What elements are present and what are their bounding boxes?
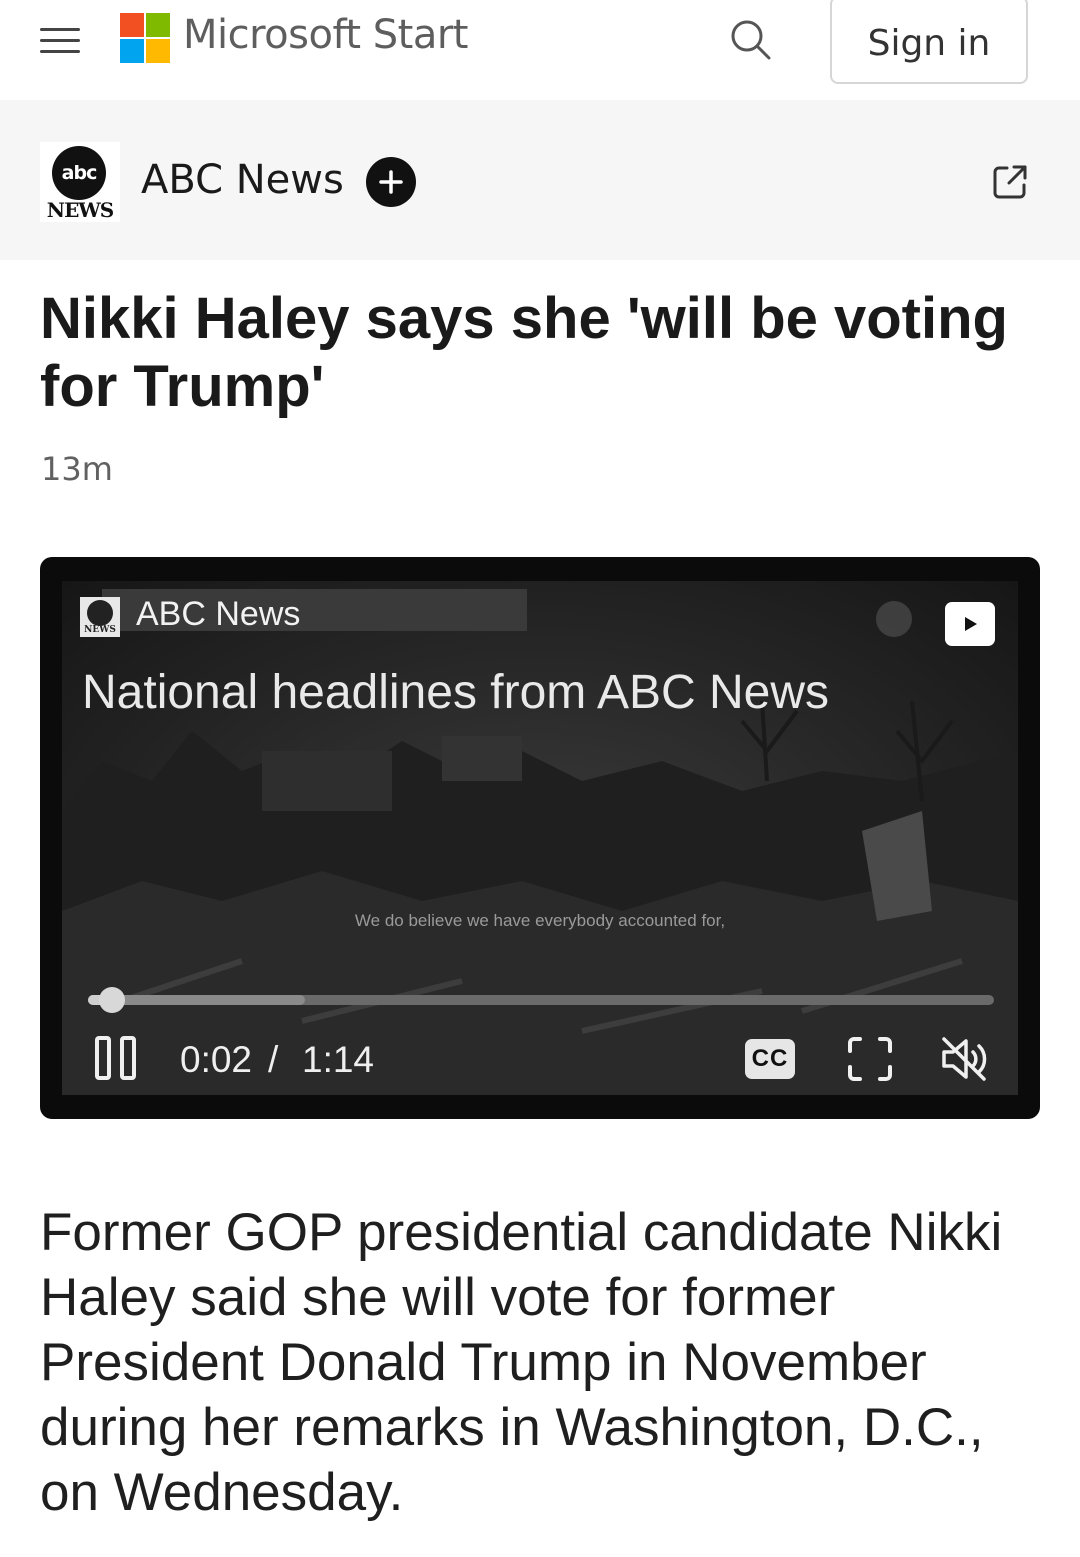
speaker-muted-icon[interactable] (938, 1033, 990, 1085)
microsoft-logo-icon[interactable] (120, 13, 170, 63)
abc-logo-news-text: NEWS (46, 198, 114, 222)
brand-name[interactable]: Microsoft Start (183, 12, 468, 58)
article-body-paragraph: Former GOP presidential candidate Nikki … (40, 1203, 1003, 1522)
external-link-icon[interactable] (990, 162, 1030, 202)
ms-logo-blue-square (120, 39, 144, 63)
top-bar: Microsoft Start Sign in (0, 0, 1080, 100)
video-title: National headlines from ABC News (82, 666, 830, 719)
plus-icon (379, 170, 403, 194)
article-headline: Nikki Haley says she 'will be voting for… (40, 286, 1008, 419)
video-time-separator: / (268, 1039, 279, 1080)
sign-in-button[interactable]: Sign in (830, 0, 1028, 84)
ms-logo-green-square (146, 13, 170, 37)
youtube-play-icon[interactable] (945, 602, 995, 646)
article-timestamp: 13m (41, 450, 113, 488)
video-player[interactable]: NEWS ABC News National headlines from AB… (40, 557, 1040, 1119)
video-source-logo-disc (87, 600, 113, 626)
video-current-time: 0:02 (180, 1039, 253, 1080)
search-icon[interactable] (725, 14, 777, 66)
video-still-image (62, 589, 1018, 1095)
ms-logo-yellow-square (146, 39, 170, 63)
follow-publisher-button[interactable] (366, 157, 416, 207)
fullscreen-icon[interactable] (846, 1035, 894, 1083)
pause-icon[interactable] (94, 1035, 138, 1081)
video-duration: 1:14 (302, 1039, 375, 1080)
abc-news-logo[interactable]: abc NEWS (40, 142, 120, 222)
video-source-name: ABC News (136, 595, 301, 633)
abc-logo-disc: abc (52, 146, 106, 200)
publisher-name[interactable]: ABC News (141, 157, 344, 203)
video-caption: We do believe we have everybody accounte… (354, 911, 726, 930)
video-source-logo-news-text: NEWS (84, 625, 116, 635)
video-frame[interactable]: NEWS ABC News National headlines from AB… (62, 581, 1018, 1095)
video-progress-bar[interactable] (88, 987, 994, 1013)
hamburger-menu-icon[interactable] (40, 28, 80, 54)
video-source-logo: NEWS (80, 597, 120, 637)
ms-logo-red-square (120, 13, 144, 37)
closed-captions-button[interactable]: CC (745, 1039, 795, 1079)
publisher-bar: abc NEWS ABC News (0, 100, 1080, 260)
